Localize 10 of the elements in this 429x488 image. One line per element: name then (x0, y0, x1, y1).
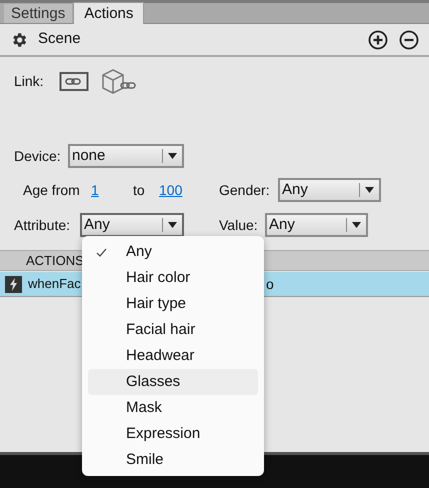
value-label: Value: (219, 216, 259, 234)
toolbar-title: Scene (38, 29, 81, 50)
device-label: Device: (14, 146, 62, 166)
action-text-fragment: o (266, 274, 274, 294)
age-label: Age from (23, 180, 81, 200)
action-name: whenFac (28, 275, 81, 294)
age-to-label: to (133, 180, 146, 200)
attribute-label: Attribute: (14, 216, 72, 234)
link-label: Link: (14, 72, 44, 90)
gender-label: Gender: (219, 180, 271, 200)
